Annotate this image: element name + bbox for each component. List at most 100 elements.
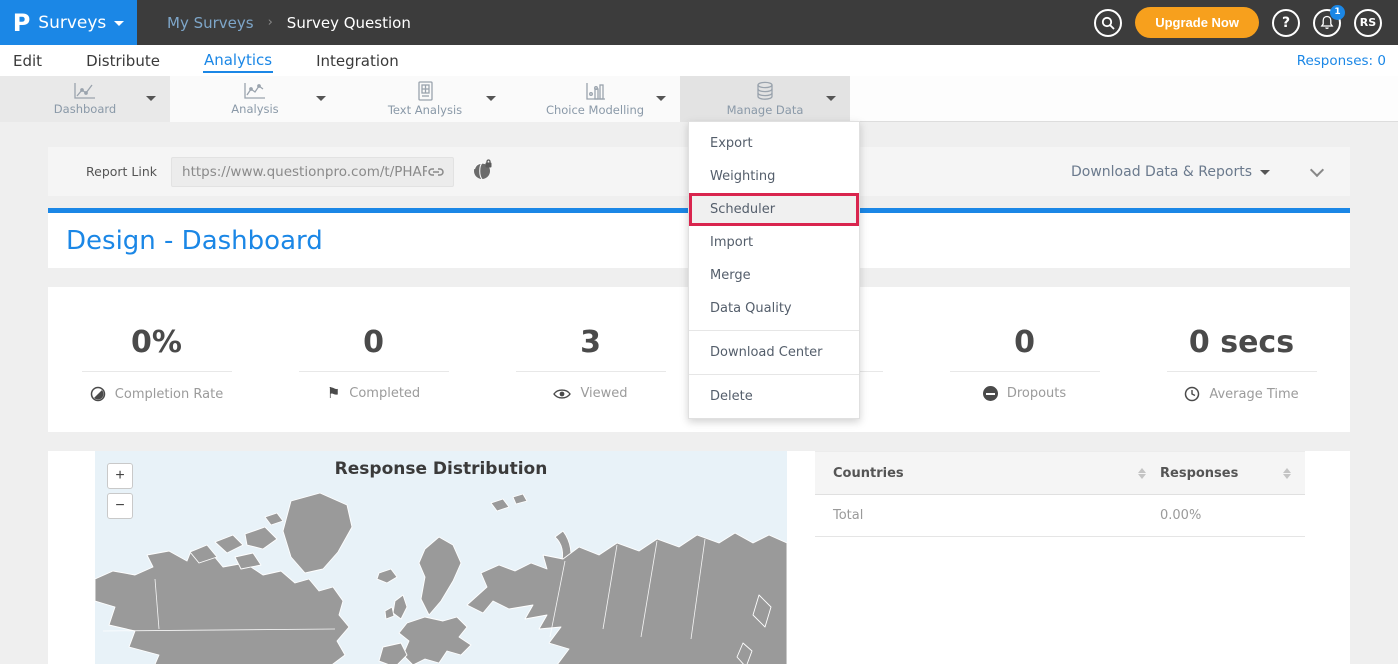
report-url-box[interactable] — [171, 157, 454, 187]
product-switcher[interactable]: P Surveys — [0, 0, 137, 45]
choice-modelling-icon — [584, 82, 606, 101]
completion-rate-icon — [90, 386, 106, 402]
menu-item-delete[interactable]: Delete — [689, 380, 859, 413]
table-header-row: Countries Responses — [815, 451, 1305, 495]
tab-label: Manage Data — [727, 103, 804, 117]
chevron-down-icon[interactable] — [826, 96, 836, 101]
download-data-reports-dropdown[interactable]: Download Data & Reports — [1071, 164, 1270, 180]
stat-divider — [1167, 371, 1317, 372]
menu-item-scheduler[interactable]: Scheduler — [689, 193, 859, 226]
table-row: Total 0.00% — [815, 495, 1305, 537]
nav-item-analytics[interactable]: Analytics — [203, 49, 273, 73]
search-button[interactable] — [1094, 9, 1122, 37]
menu-item-download-center[interactable]: Download Center — [689, 336, 859, 369]
chevron-down-icon[interactable] — [316, 96, 326, 101]
countries-table: Countries Responses Total 0.00% — [815, 451, 1305, 537]
stat-label: Dropouts — [1007, 386, 1066, 401]
stat-completion-rate: 0% Completion Rate — [48, 287, 265, 432]
report-link-label: Report Link — [86, 164, 157, 179]
flag-icon: ⚑ — [327, 386, 340, 401]
analytics-toolbar: Dashboard Analysis Text Analysis Choice … — [0, 76, 1398, 122]
breadcrumb-current: Survey Question — [287, 14, 411, 32]
menu-item-data-quality[interactable]: Data Quality — [689, 292, 859, 325]
menu-item-merge[interactable]: Merge — [689, 259, 859, 292]
tab-manage-data[interactable]: Manage Data — [680, 76, 850, 122]
nav-item-integration[interactable]: Integration — [315, 50, 400, 72]
user-avatar[interactable]: RS — [1354, 9, 1382, 37]
clock-icon — [1184, 386, 1200, 402]
manage-data-menu: Export Weighting Scheduler Import Merge … — [688, 121, 860, 419]
notification-badge: 1 — [1330, 5, 1345, 20]
avatar-initials: RS — [1360, 16, 1376, 29]
world-map — [95, 479, 787, 664]
stat-dropouts: 0 Dropouts — [916, 287, 1133, 432]
sort-icon[interactable] — [1283, 468, 1291, 479]
column-header-responses[interactable]: Responses — [1160, 466, 1238, 481]
analysis-chart-icon — [243, 82, 267, 100]
row-value-total: 0.00% — [1160, 508, 1201, 523]
nav-item-edit[interactable]: Edit — [12, 50, 43, 72]
response-distribution-card: Response Distribution + − — [48, 451, 1350, 664]
stat-label: Viewed — [580, 386, 627, 401]
stat-label: Completion Rate — [115, 387, 223, 402]
stat-value: 0 secs — [1189, 325, 1294, 363]
stat-label: Average Time — [1209, 387, 1298, 402]
nav-item-distribute[interactable]: Distribute — [85, 50, 161, 72]
report-url-input[interactable] — [182, 164, 427, 180]
stat-divider — [299, 371, 449, 372]
stat-divider — [516, 371, 666, 372]
chevron-down-icon[interactable] — [656, 96, 666, 101]
tab-analysis[interactable]: Analysis — [170, 76, 340, 122]
stat-viewed: 3 Viewed — [482, 287, 699, 432]
minus-circle-icon — [983, 386, 998, 401]
menu-divider — [689, 374, 859, 375]
breadcrumb-separator-icon: › — [268, 15, 273, 30]
tab-text-analysis[interactable]: Text Analysis — [340, 76, 510, 122]
column-header-countries[interactable]: Countries — [833, 466, 904, 481]
question-mark-icon: ? — [1282, 15, 1290, 31]
menu-divider — [689, 330, 859, 331]
topbar-actions: Upgrade Now ? 1 RS — [1094, 7, 1398, 38]
stat-value: 0% — [131, 325, 182, 363]
collapse-chevron-icon[interactable] — [1310, 162, 1324, 176]
notifications-button[interactable]: 1 — [1313, 9, 1341, 37]
download-data-reports-label: Download Data & Reports — [1071, 164, 1252, 180]
menu-item-export[interactable]: Export — [689, 127, 859, 160]
tab-label: Analysis — [231, 102, 278, 116]
menu-item-import[interactable]: Import — [689, 226, 859, 259]
questionpro-logo-icon: P — [13, 11, 31, 35]
link-icon[interactable] — [427, 166, 445, 178]
breadcrumb: My Surveys › Survey Question — [167, 14, 411, 32]
stat-label: Completed — [349, 386, 420, 401]
database-icon — [755, 81, 775, 101]
help-button[interactable]: ? — [1272, 9, 1300, 37]
chevron-down-icon[interactable] — [146, 96, 156, 101]
row-label-total: Total — [833, 508, 863, 523]
survey-nav: Edit Distribute Analytics Integration Re… — [0, 45, 1398, 76]
eye-icon — [553, 388, 571, 400]
globe-lock-icon — [472, 159, 494, 181]
upgrade-now-button[interactable]: Upgrade Now — [1135, 7, 1259, 38]
map-title: Response Distribution — [95, 459, 787, 479]
product-name: Surveys — [38, 13, 106, 33]
breadcrumb-my-surveys[interactable]: My Surveys — [167, 14, 254, 32]
app-window: P Surveys My Surveys › Survey Question U… — [0, 0, 1398, 664]
sort-icon[interactable] — [1138, 468, 1146, 479]
chevron-down-icon[interactable] — [486, 96, 496, 101]
responses-count: Responses: 0 — [1297, 53, 1386, 69]
chevron-down-icon — [1260, 170, 1270, 175]
dashboard-chart-icon — [73, 82, 97, 100]
stat-divider — [82, 371, 232, 372]
stat-average-time: 0 secs Average Time — [1133, 287, 1350, 432]
menu-item-weighting[interactable]: Weighting — [689, 160, 859, 193]
stat-divider — [950, 371, 1100, 372]
stat-value: 0 — [363, 325, 384, 363]
stat-completed: 0 ⚑ Completed — [265, 287, 482, 432]
response-map-panel[interactable]: Response Distribution + − — [95, 451, 787, 664]
tab-label: Text Analysis — [388, 103, 462, 117]
tab-dashboard[interactable]: Dashboard — [0, 76, 170, 122]
search-icon — [1101, 16, 1115, 30]
tab-label: Dashboard — [54, 102, 116, 116]
link-privacy-button[interactable] — [472, 159, 494, 185]
tab-choice-modelling[interactable]: Choice Modelling — [510, 76, 680, 122]
